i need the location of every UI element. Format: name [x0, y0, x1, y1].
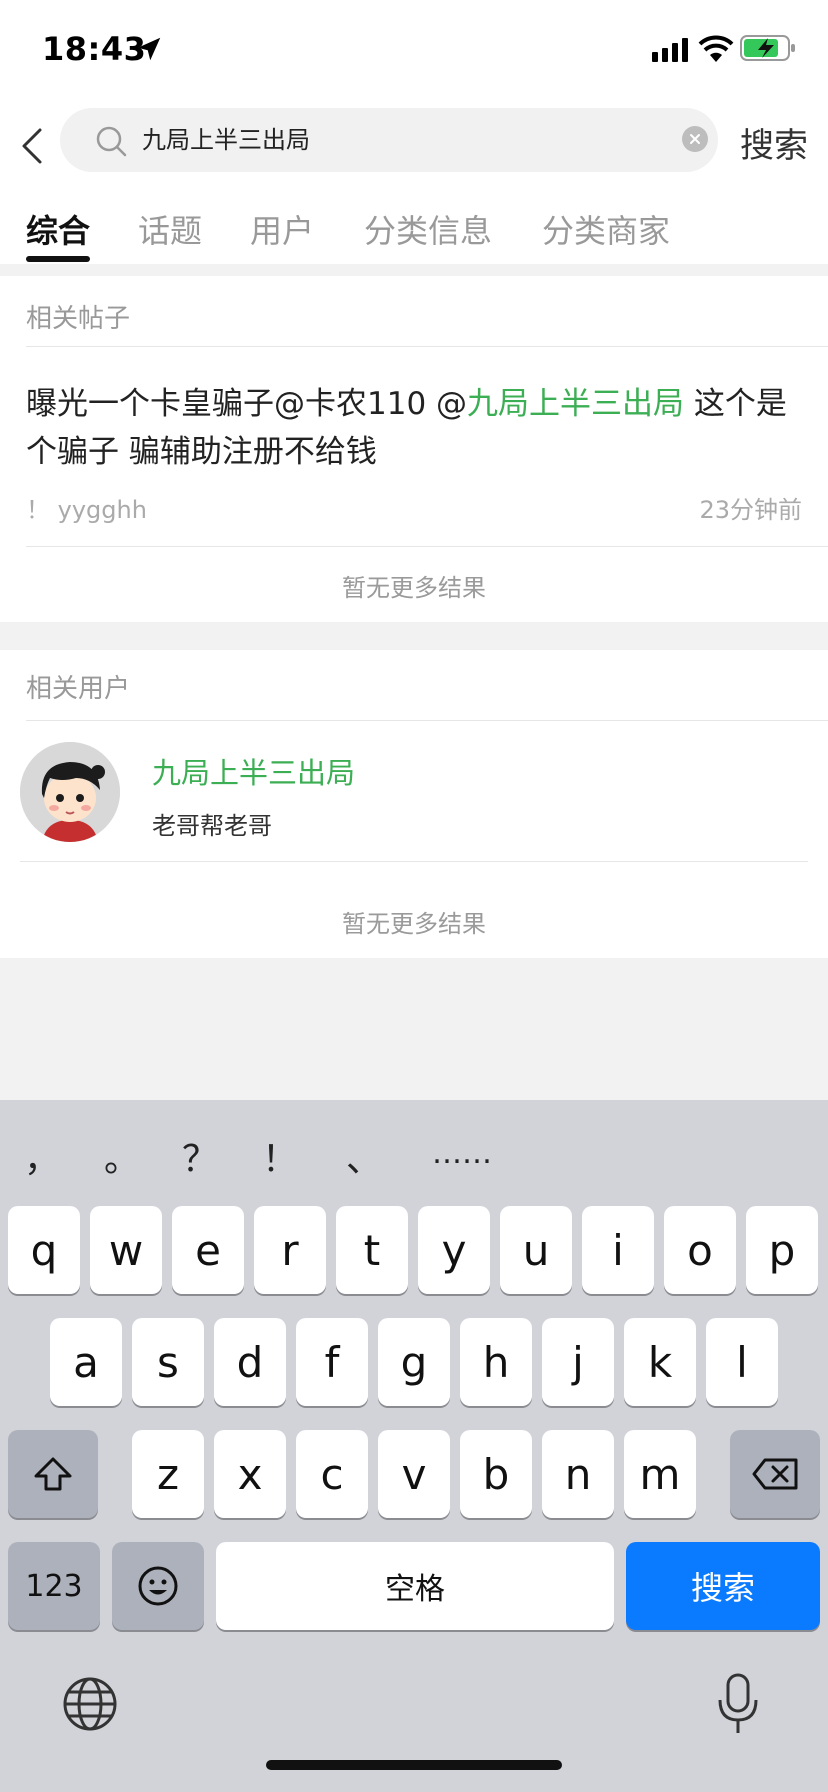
search-input[interactable]: 九局上半三出局 — [60, 108, 718, 172]
status-bar: 18:43 — [0, 0, 828, 96]
emoji-key[interactable] — [112, 1542, 204, 1630]
key-comma[interactable]: ， — [24, 1130, 60, 1182]
space-key[interactable]: 空格 — [216, 1542, 614, 1630]
tab-classified-info[interactable]: 分类信息 — [364, 206, 492, 252]
key-s[interactable]: s — [132, 1318, 204, 1406]
key-exclamation[interactable]: ！ — [262, 1130, 298, 1182]
divider — [20, 861, 808, 862]
backspace-key[interactable] — [730, 1430, 820, 1518]
post-mention-link[interactable]: 九局上半三出局 — [467, 386, 684, 422]
key-d[interactable]: d — [214, 1318, 286, 1406]
clear-search-button[interactable] — [682, 126, 708, 152]
no-more-results: 暂无更多结果 — [342, 910, 486, 938]
key-a[interactable]: a — [50, 1318, 122, 1406]
key-x[interactable]: x — [214, 1430, 286, 1518]
wifi-icon — [698, 35, 734, 62]
emoji-icon — [138, 1566, 178, 1606]
key-t[interactable]: t — [336, 1206, 408, 1294]
key-m[interactable]: m — [624, 1430, 696, 1518]
battery-charging-icon — [740, 35, 795, 61]
search-button[interactable]: 搜索 — [740, 118, 808, 167]
home-indicator — [266, 1760, 562, 1770]
search-query-text: 九局上半三出局 — [142, 126, 310, 154]
chevron-left-icon — [22, 128, 42, 164]
key-i[interactable]: i — [582, 1206, 654, 1294]
section-title: 相关帖子 — [26, 304, 131, 334]
post-content[interactable]: 曝光一个卡皇骗子@卡农110 @九局上半三出局 这个是个骗子 骗辅助注册不给钱 — [26, 380, 806, 476]
globe-icon[interactable] — [62, 1676, 118, 1732]
status-time: 18:43 — [42, 30, 147, 68]
key-k[interactable]: k — [624, 1318, 696, 1406]
key-l[interactable]: l — [706, 1318, 778, 1406]
back-button[interactable] — [12, 118, 52, 174]
shift-key[interactable] — [8, 1430, 98, 1518]
key-e[interactable]: e — [172, 1206, 244, 1294]
no-more-results: 暂无更多结果 — [342, 574, 486, 602]
section-title: 相关用户 — [26, 674, 131, 704]
avatar[interactable] — [20, 742, 120, 842]
tab-topics[interactable]: 话题 — [138, 206, 202, 252]
tab-classified-merchants[interactable]: 分类商家 — [542, 206, 670, 252]
divider — [26, 346, 828, 347]
key-v[interactable]: v — [378, 1430, 450, 1518]
key-p[interactable]: p — [746, 1206, 818, 1294]
related-posts-section: 相关帖子 曝光一个卡皇骗子@卡农110 @九局上半三出局 这个是个骗子 骗辅助注… — [0, 276, 828, 622]
post-time: 23分钟前 — [699, 496, 802, 524]
key-o[interactable]: o — [664, 1206, 736, 1294]
location-arrow-icon — [137, 37, 161, 61]
microphone-icon[interactable] — [716, 1672, 760, 1736]
search-icon — [96, 126, 127, 157]
user-signature: 老哥帮老哥 — [152, 812, 272, 840]
key-n[interactable]: n — [542, 1430, 614, 1518]
keyboard-search-key[interactable]: 搜索 — [626, 1542, 820, 1630]
numbers-key[interactable]: 123 — [8, 1542, 100, 1630]
user-avatar-cartoon-icon — [20, 742, 120, 842]
divider — [26, 546, 828, 547]
key-enumeration-comma[interactable]: 、 — [346, 1130, 382, 1182]
shift-icon — [34, 1457, 72, 1491]
related-users-section: 相关用户 九局上半三出局 老哥帮老哥 暂无更多结果 — [0, 650, 828, 958]
key-ellipsis[interactable]: …… — [432, 1136, 492, 1171]
key-question[interactable]: ？ — [182, 1130, 218, 1182]
key-h[interactable]: h — [460, 1318, 532, 1406]
key-w[interactable]: w — [90, 1206, 162, 1294]
key-period[interactable]: 。 — [104, 1130, 140, 1182]
close-icon — [690, 134, 700, 144]
active-tab-indicator — [26, 256, 90, 262]
backspace-icon — [752, 1458, 798, 1490]
key-c[interactable]: c — [296, 1430, 368, 1518]
key-y[interactable]: y — [418, 1206, 490, 1294]
cellular-signal-icon — [652, 38, 688, 62]
user-name[interactable]: 九局上半三出局 — [152, 750, 355, 792]
key-r[interactable]: r — [254, 1206, 326, 1294]
tab-users[interactable]: 用户 — [250, 206, 314, 252]
tab-all[interactable]: 综合 — [26, 206, 90, 252]
keyboard: ， 。 ？ ！ 、 …… q w e r t y u i o p a s d f… — [0, 1100, 828, 1792]
divider — [26, 720, 828, 721]
search-header: 九局上半三出局 搜索 综合 话题 用户 分类信息 分类商家 — [0, 96, 828, 264]
key-j[interactable]: j — [542, 1318, 614, 1406]
key-f[interactable]: f — [296, 1318, 368, 1406]
key-q[interactable]: q — [8, 1206, 80, 1294]
key-g[interactable]: g — [378, 1318, 450, 1406]
key-b[interactable]: b — [460, 1430, 532, 1518]
key-z[interactable]: z — [132, 1430, 204, 1518]
key-u[interactable]: u — [500, 1206, 572, 1294]
post-author: ！ yygghh — [26, 496, 147, 524]
post-text-start: 曝光一个卡皇骗子@卡农110 @ — [26, 386, 468, 422]
tab-bar: 综合 话题 用户 分类信息 分类商家 — [0, 200, 828, 260]
